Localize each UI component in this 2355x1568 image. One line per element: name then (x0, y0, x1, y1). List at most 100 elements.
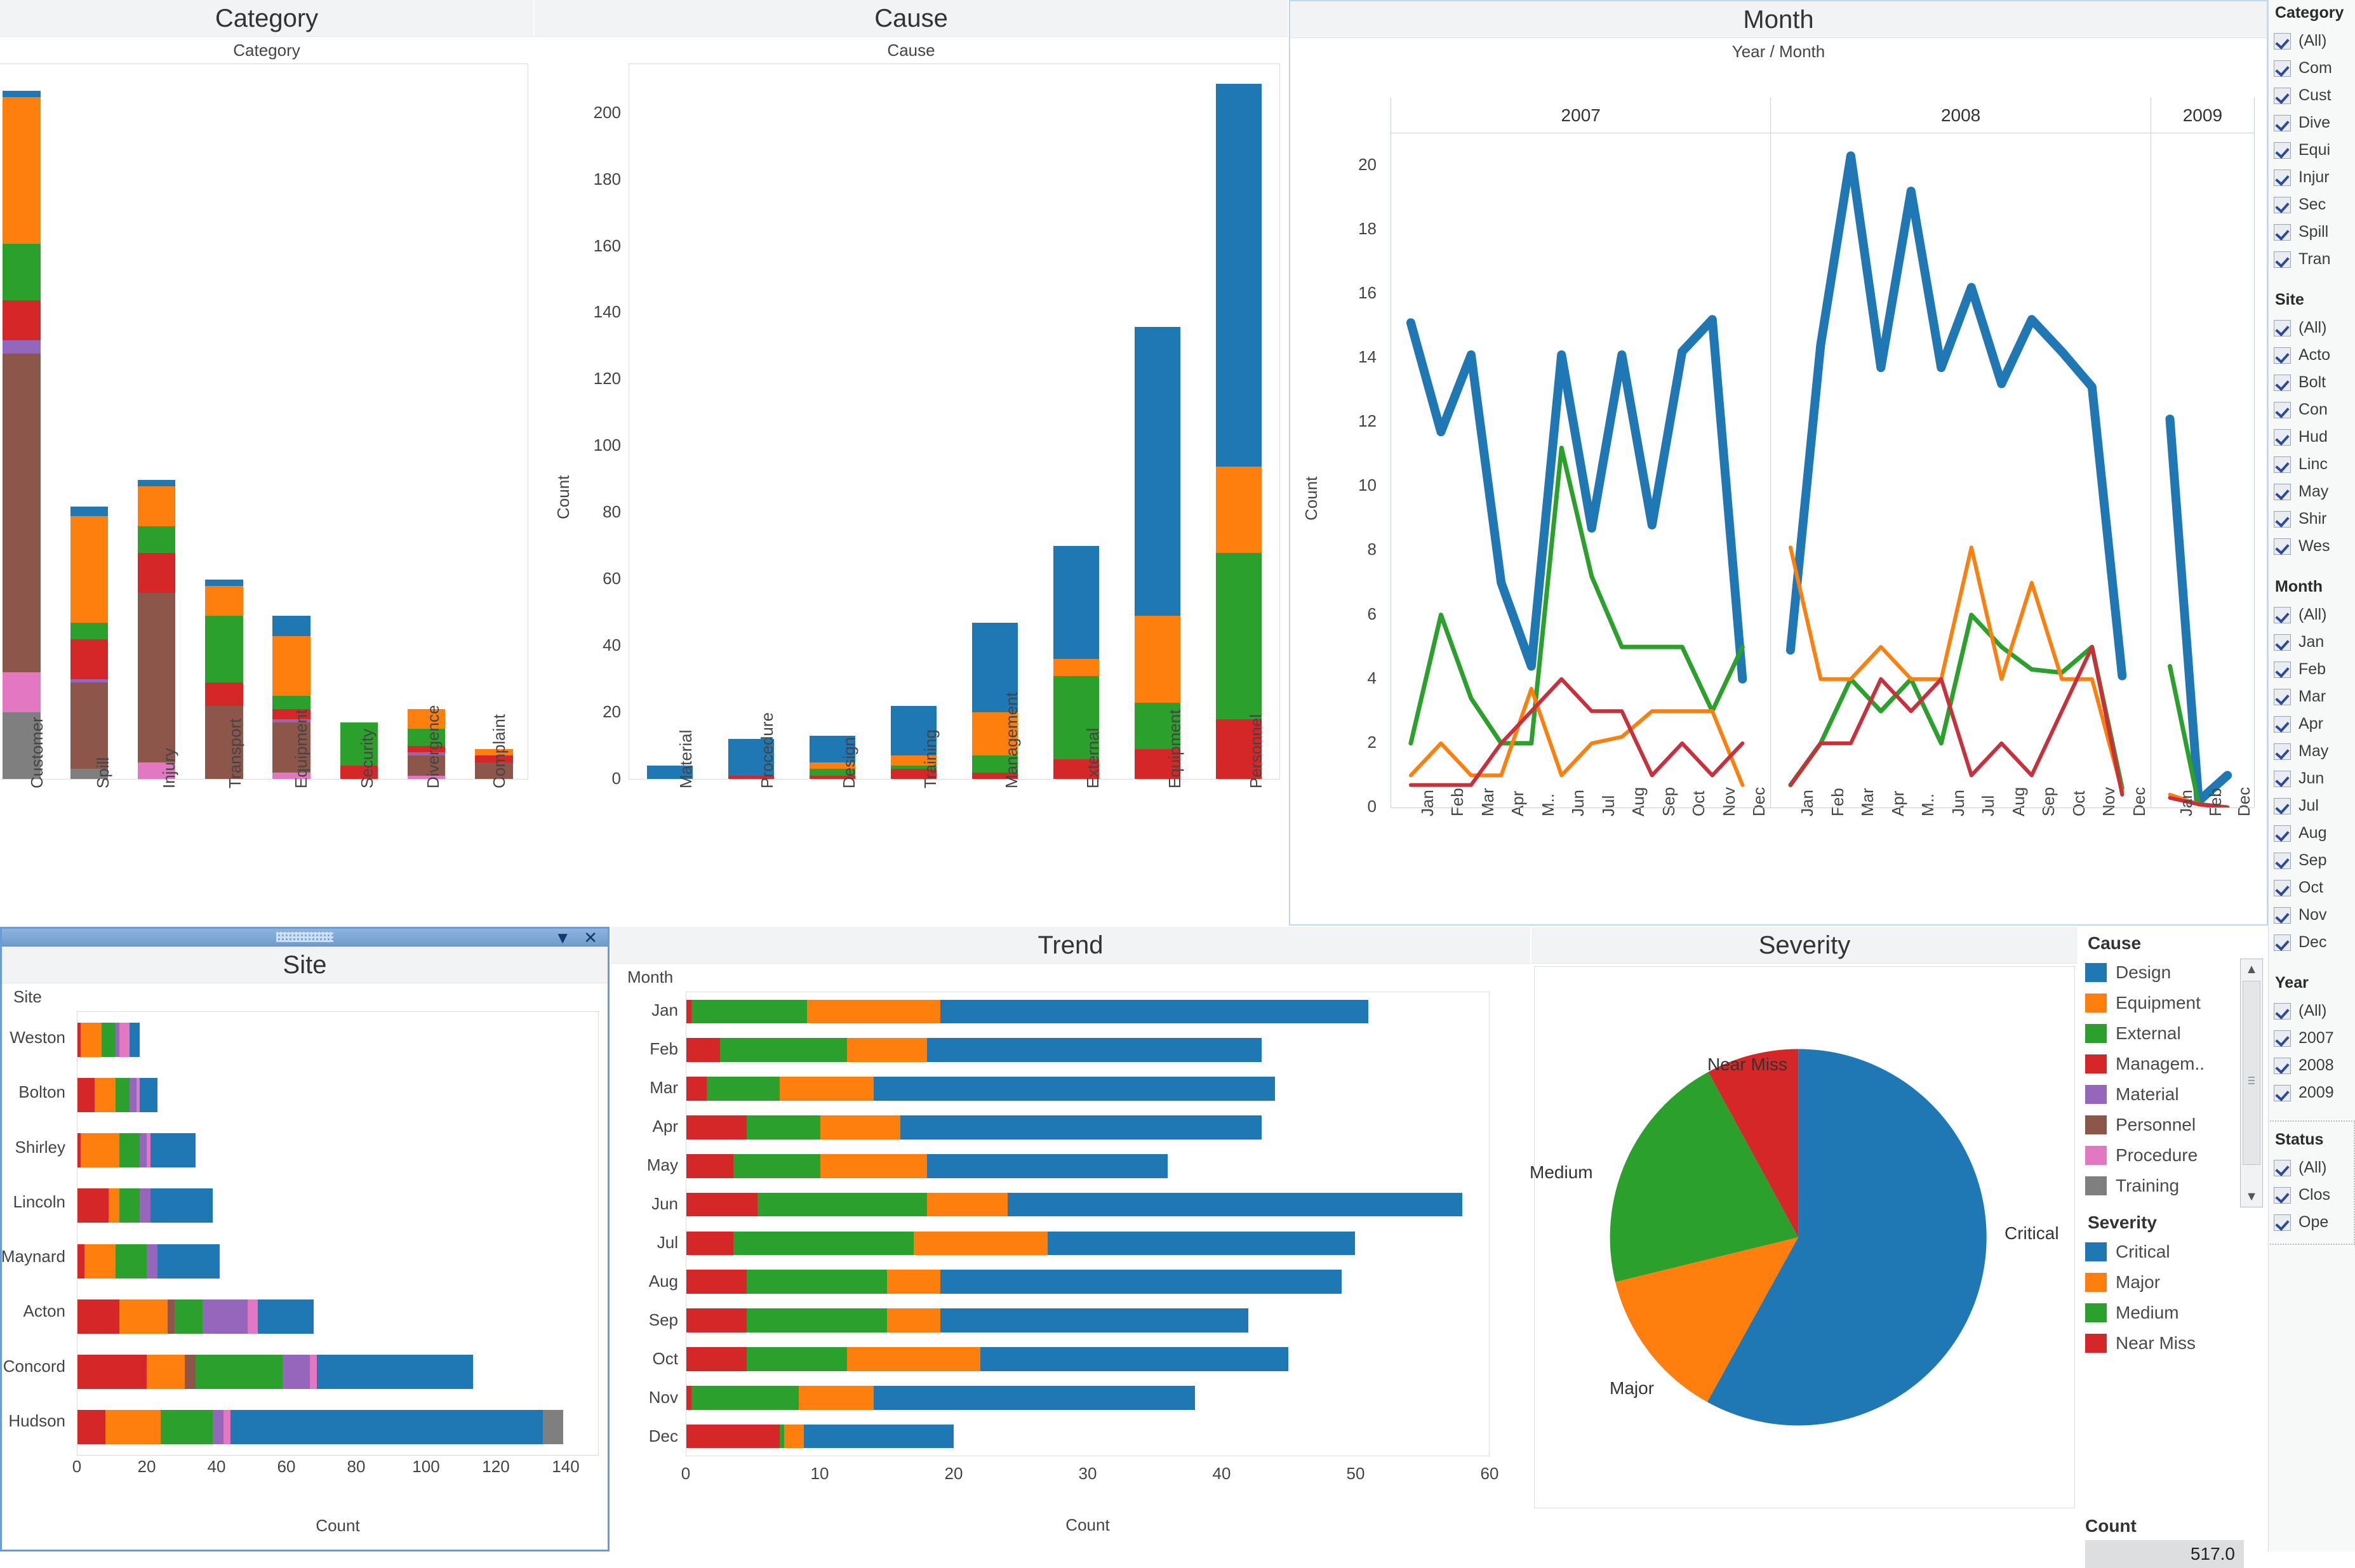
filter-checkbox-row[interactable]: Feb (2274, 656, 2355, 683)
stacked-bar[interactable] (77, 1355, 474, 1390)
bar-segment[interactable] (3, 90, 41, 98)
bar-segment[interactable] (1216, 552, 1262, 719)
bar-segment[interactable] (150, 1133, 196, 1168)
bar-segment[interactable] (1007, 1192, 1462, 1217)
bar-segment[interactable] (886, 1270, 941, 1294)
bar-segment[interactable] (873, 1385, 1195, 1410)
bar-segment[interactable] (940, 1308, 1248, 1332)
filter-checkbox-row[interactable]: (All) (2274, 997, 2355, 1025)
filter-checkbox-row[interactable]: Ope (2274, 1209, 2354, 1236)
bar-segment[interactable] (70, 682, 109, 769)
stacked-bar[interactable] (686, 1115, 1262, 1139)
bar-segment[interactable] (129, 1077, 137, 1112)
filter-checkbox-row[interactable]: (All) (2274, 27, 2355, 55)
bar-segment[interactable] (784, 1424, 804, 1449)
bar-segment[interactable] (70, 506, 109, 517)
filter-checkbox-row[interactable]: (All) (2274, 601, 2355, 628)
stacked-bar[interactable] (77, 1299, 314, 1334)
bar-segment[interactable] (3, 672, 41, 713)
bar-segment[interactable] (780, 1077, 874, 1101)
filter-checkbox-row[interactable]: 2008 (2274, 1052, 2355, 1079)
bar-segment[interactable] (119, 1133, 140, 1168)
checkbox-checked-icon[interactable] (2274, 483, 2291, 500)
category-plot-area[interactable] (0, 63, 528, 780)
filter-sidebar[interactable]: Category (All) Com Cust Dive Equi Injur Sec Spil… (2268, 0, 2355, 1551)
bar-segment[interactable] (1053, 546, 1099, 660)
stacked-bar[interactable] (77, 1133, 196, 1168)
bar-segment[interactable] (77, 1188, 109, 1223)
legend-severity-list[interactable]: Critical Major Medium Near Miss (2085, 1237, 2267, 1359)
checkbox-checked-icon[interactable] (2274, 429, 2291, 446)
filter-checkbox-row[interactable]: May (2274, 738, 2355, 765)
bar-segment[interactable] (691, 999, 807, 1024)
stacked-bar[interactable] (137, 479, 176, 779)
checkbox-checked-icon[interactable] (2274, 907, 2291, 924)
stacked-bar[interactable] (686, 1385, 1195, 1410)
bar-segment[interactable] (3, 353, 41, 673)
panel-severity[interactable]: Severity Critical Major Medium Near Miss (1530, 927, 2078, 1511)
bar-segment[interactable] (70, 679, 109, 683)
filter-checkbox-row[interactable]: Equi (2274, 136, 2355, 164)
bar-segment[interactable] (686, 1270, 747, 1294)
checkbox-checked-icon[interactable] (2274, 196, 2291, 213)
bar-segment[interactable] (686, 1153, 733, 1178)
bar-segment[interactable] (686, 1385, 692, 1410)
filter-checkbox-row[interactable]: May (2274, 478, 2355, 505)
filter-checkbox-row[interactable]: Apr (2274, 710, 2355, 738)
checkbox-checked-icon[interactable] (2274, 401, 2291, 418)
bar-segment[interactable] (70, 622, 109, 640)
filter-checkbox-row[interactable]: Hud (2274, 423, 2355, 451)
bar-segment[interactable] (77, 1299, 119, 1334)
stacked-bar[interactable] (77, 1077, 157, 1112)
bar-segment[interactable] (137, 479, 176, 487)
legend-scrollbar[interactable]: ▲ ▼ (2240, 959, 2263, 1207)
filter-checkbox-row[interactable]: Jan (2274, 628, 2355, 656)
bar-segment[interactable] (1216, 466, 1262, 553)
bar-segment[interactable] (168, 1299, 175, 1334)
stacked-bar[interactable] (70, 506, 109, 779)
checkbox-checked-icon[interactable] (2274, 538, 2291, 555)
site-plot-area[interactable] (77, 1011, 599, 1456)
bar-segment[interactable] (137, 486, 176, 526)
filter-checkbox-row[interactable]: Bolt (2274, 369, 2355, 396)
bar-segment[interactable] (205, 586, 243, 616)
checkbox-checked-icon[interactable] (2274, 879, 2291, 896)
checkbox-checked-icon[interactable] (2274, 87, 2291, 104)
bar-segment[interactable] (140, 1188, 150, 1223)
bar-segment[interactable] (3, 340, 41, 354)
bar-segment[interactable] (77, 1077, 95, 1112)
bar-segment[interactable] (746, 1270, 887, 1294)
stacked-bar[interactable] (686, 999, 1369, 1024)
bar-segment[interactable] (102, 1022, 116, 1057)
checkbox-checked-icon[interactable] (2274, 1057, 2291, 1074)
checkbox-checked-icon[interactable] (2274, 142, 2291, 159)
cause-plot-area[interactable] (629, 63, 1280, 780)
bar-segment[interactable] (119, 1022, 130, 1057)
checkbox-checked-icon[interactable] (2274, 223, 2291, 241)
filter-checkbox-row[interactable]: Tran (2274, 246, 2355, 273)
bar-segment[interactable] (95, 1077, 116, 1112)
panel-trend[interactable]: Trend Month Jan Feb Mar Apr May Jun Jul Aug Sep O… (611, 927, 1530, 1551)
checkbox-checked-icon[interactable] (2274, 797, 2291, 814)
bar-segment[interactable] (119, 1188, 140, 1223)
bar-segment[interactable] (686, 1192, 757, 1217)
trend-plot-area[interactable] (686, 992, 1490, 1456)
checkbox-checked-icon[interactable] (2274, 510, 2291, 528)
bar-segment[interactable] (205, 682, 243, 706)
bar-segment[interactable] (213, 1410, 223, 1445)
year-pane[interactable]: 2009 Jan Feb Dec (2150, 98, 2254, 816)
bar-segment[interactable] (746, 1347, 847, 1371)
panel-month[interactable]: Month Year / Month Count 0 2 4 6 8 10 12 14 16 18… (1289, 0, 2268, 926)
bar-segment[interactable] (258, 1299, 314, 1334)
checkbox-checked-icon[interactable] (2274, 1002, 2291, 1020)
bar-segment[interactable] (719, 1038, 847, 1063)
bar-segment[interactable] (230, 1410, 543, 1445)
legend-item[interactable]: Major (2085, 1267, 2267, 1298)
bar-segment[interactable] (205, 616, 243, 683)
checkbox-checked-icon[interactable] (2274, 1159, 2291, 1176)
bar-segment[interactable] (927, 1038, 1262, 1063)
bar-segment[interactable] (900, 1115, 1262, 1139)
filter-checkbox-row[interactable]: 2007 (2274, 1025, 2355, 1052)
bar-segment[interactable] (137, 552, 176, 593)
panel-category[interactable]: Category Category Customer Spill Injury Tra… (0, 0, 533, 926)
